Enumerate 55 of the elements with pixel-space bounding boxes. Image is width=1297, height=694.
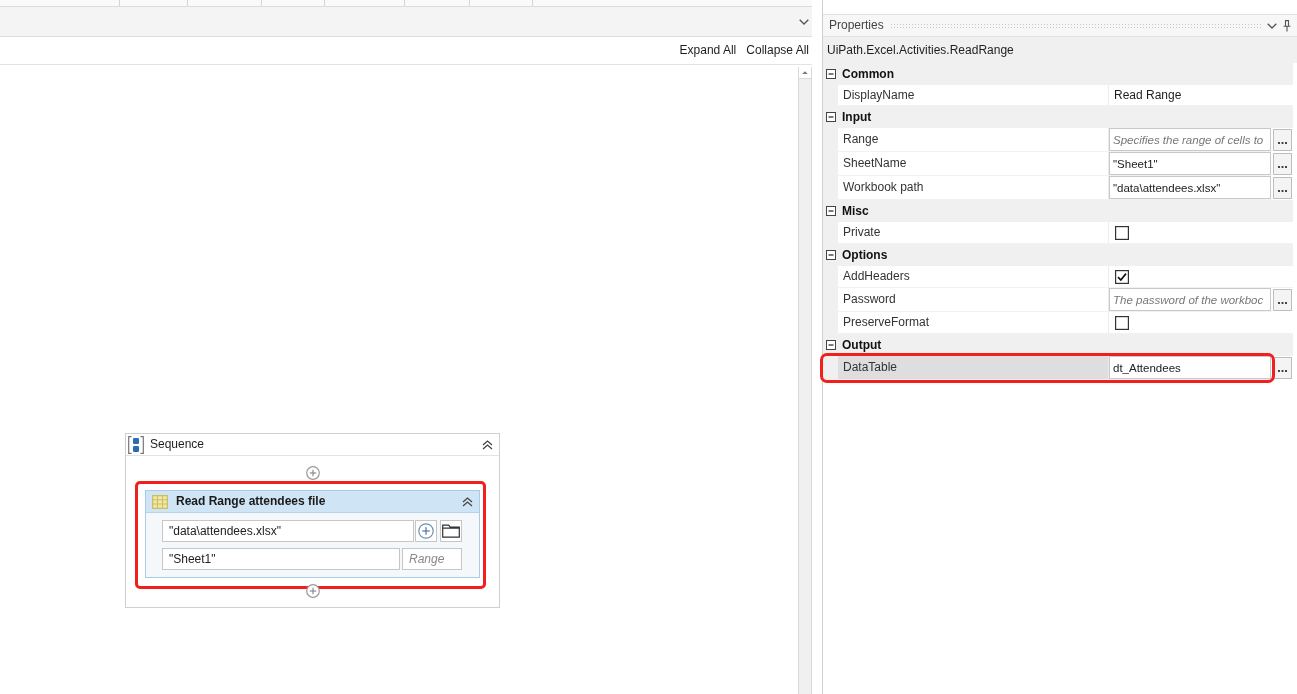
collapse-icon[interactable] (826, 112, 836, 122)
property-field[interactable]: Specifies the range of cells to (1109, 128, 1271, 151)
workbook-path-field[interactable]: "data\attendees.xlsx" (162, 520, 414, 542)
chevron-down-icon[interactable] (799, 18, 809, 25)
category-title: Output (842, 337, 882, 353)
collapse-icon[interactable] (826, 206, 836, 216)
collapse-icon[interactable] (826, 69, 836, 79)
property-name[interactable]: DataTable (838, 356, 1109, 380)
property-name[interactable]: Password (838, 288, 1109, 312)
category-title: Input (842, 109, 872, 125)
plus-circle-icon (418, 523, 434, 539)
plus-circle-icon[interactable] (305, 466, 320, 480)
scroll-up-icon[interactable] (799, 67, 811, 79)
category-title: Misc (842, 203, 869, 219)
property-field[interactable]: "data\attendees.xlsx" (1109, 176, 1271, 199)
scrollbar[interactable] (798, 67, 812, 694)
checkbox[interactable] (1115, 315, 1129, 330)
folder-icon (442, 524, 460, 538)
collapse-icon[interactable] (826, 250, 836, 260)
property-name[interactable]: Private (838, 222, 1109, 244)
property-field[interactable]: The password of the workboc (1109, 288, 1271, 311)
property-value: Read Range (1113, 87, 1182, 103)
chevron-down-icon[interactable] (1267, 22, 1277, 29)
spreadsheet-icon (152, 494, 168, 509)
property-name[interactable]: Range (838, 128, 1109, 152)
double-chevron-icon[interactable] (462, 496, 473, 507)
collapse-all-button[interactable]: Collapse All (746, 43, 809, 58)
category-title: Common (842, 66, 894, 82)
property-name[interactable]: PreserveFormat (838, 312, 1109, 334)
property-name[interactable]: Workbook path (838, 176, 1109, 200)
property-name[interactable]: DisplayName (838, 85, 1109, 106)
category-title: Options (842, 247, 888, 263)
sequence-icon (128, 435, 144, 454)
browse-button[interactable] (440, 520, 462, 542)
property-name[interactable]: SheetName (838, 152, 1109, 176)
activity-title: Read Range attendees file (176, 494, 326, 509)
panel-title: Properties (829, 18, 884, 33)
checkbox[interactable] (1115, 269, 1129, 284)
range-field[interactable]: Range (402, 548, 462, 570)
plus-circle-icon[interactable] (305, 584, 320, 598)
type-name: UiPath.Excel.Activities.ReadRange (827, 42, 1014, 58)
property-field[interactable]: dt_Attendees (1109, 356, 1271, 379)
ellipsis-button[interactable] (1273, 129, 1292, 151)
property-name[interactable]: AddHeaders (838, 266, 1109, 288)
ellipsis-button[interactable] (1273, 177, 1292, 199)
ellipsis-button[interactable] (1273, 289, 1292, 311)
collapse-icon[interactable] (826, 340, 836, 350)
pin-icon[interactable] (1283, 19, 1291, 32)
sequence-title: Sequence (150, 437, 205, 452)
sheet-name-field[interactable]: "Sheet1" (162, 548, 400, 570)
double-chevron-icon[interactable] (482, 439, 493, 450)
ellipsis-button[interactable] (1273, 153, 1292, 175)
expand-all-button[interactable]: Expand All (679, 43, 737, 58)
checkbox[interactable] (1115, 225, 1129, 240)
property-field[interactable]: "Sheet1" (1109, 152, 1271, 175)
